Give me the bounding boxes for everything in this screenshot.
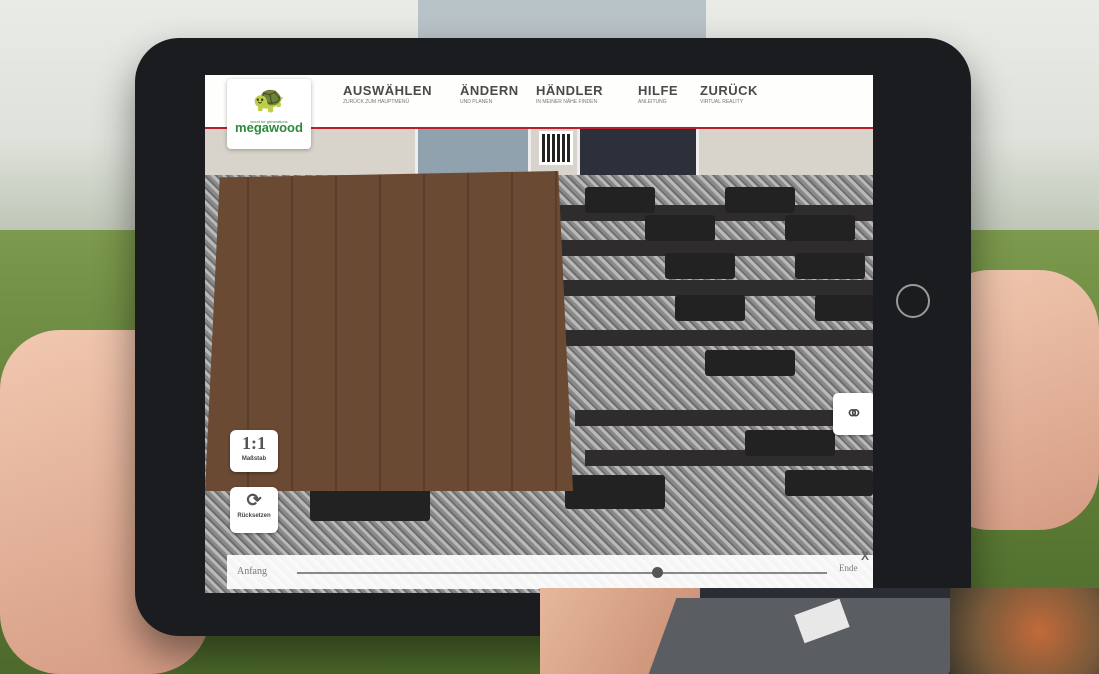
nav-subtitle: ANLEITUNG <box>638 99 667 105</box>
home-button[interactable] <box>896 284 930 318</box>
nav-title: ZURÜCK <box>700 83 758 98</box>
menu-close-button[interactable]: x <box>857 75 864 78</box>
support-block <box>785 215 855 241</box>
nav-subtitle: IN MEINER NÄHE FINDEN <box>536 99 598 105</box>
support-block <box>645 215 715 241</box>
support-block <box>725 187 795 213</box>
deck-joist <box>575 410 873 426</box>
support-block <box>585 187 655 213</box>
megawood-logo[interactable]: 🐢 wood for generations megawood <box>227 79 311 149</box>
nav-subtitle: VIRTUAL REALITY <box>700 99 744 105</box>
support-block <box>675 295 745 321</box>
nav-haendler[interactable]: HÄNDLER IN MEINER NÄHE FINDEN <box>536 83 603 105</box>
support-block <box>705 350 795 376</box>
scale-value: 1:1 <box>242 433 266 453</box>
support-block <box>795 253 865 279</box>
timeline-track[interactable] <box>297 572 827 574</box>
support-block <box>310 487 430 521</box>
background-window <box>418 0 706 40</box>
inset-foliage <box>950 588 1099 674</box>
turtle-logo-icon: 🐢 <box>252 84 286 114</box>
scale-button[interactable]: 1:1 Maßstab <box>230 430 278 472</box>
logo-wordmark: megawood <box>235 120 303 135</box>
nav-hilfe[interactable]: HILFE ANLEITUNG <box>638 83 678 105</box>
timeline-close-button[interactable]: X <box>861 549 869 563</box>
nav-title: HÄNDLER <box>536 83 604 98</box>
support-block <box>565 475 665 509</box>
app-screen: AUSWÄHLEN ZURÜCK ZUM HAUPTMENÜ ÄNDERN UN… <box>205 75 873 593</box>
refresh-icon: ⟳ <box>246 490 262 510</box>
support-block <box>815 295 873 321</box>
nav-title: ÄNDERN <box>460 83 519 98</box>
reset-label: Rücksetzen <box>237 513 271 519</box>
nav-title: HILFE <box>638 83 679 98</box>
nav-title: AUSWÄHLEN <box>343 83 432 98</box>
build-timeline: Anfang Ende X <box>227 549 873 589</box>
scale-label: Maßstab <box>241 456 267 462</box>
reset-button[interactable]: ⟳ Rücksetzen <box>230 487 278 533</box>
timeline-slider-handle[interactable] <box>652 567 664 578</box>
support-block <box>745 430 835 456</box>
nav-aendern[interactable]: ÄNDERN UND PLANEN <box>460 83 519 105</box>
support-block <box>785 470 873 496</box>
nav-zurueck[interactable]: ZURÜCK VIRTUAL REALITY <box>700 83 758 105</box>
nav-subtitle: ZURÜCK ZUM HAUPTMENÜ <box>343 99 410 105</box>
link-icon[interactable]: ⚭ <box>833 393 873 435</box>
deck-joist <box>555 280 873 296</box>
timeline-start-label: Anfang <box>237 566 267 577</box>
timeline-end-label: Ende <box>839 563 858 573</box>
qr-marker <box>539 131 573 165</box>
inset-photo <box>540 588 1099 674</box>
nav-subtitle: UND PLANEN <box>460 99 493 105</box>
deck-joist <box>565 330 873 346</box>
nav-auswaehlen[interactable]: AUSWÄHLEN ZURÜCK ZUM HAUPTMENÜ <box>343 83 432 105</box>
support-block <box>665 253 735 279</box>
